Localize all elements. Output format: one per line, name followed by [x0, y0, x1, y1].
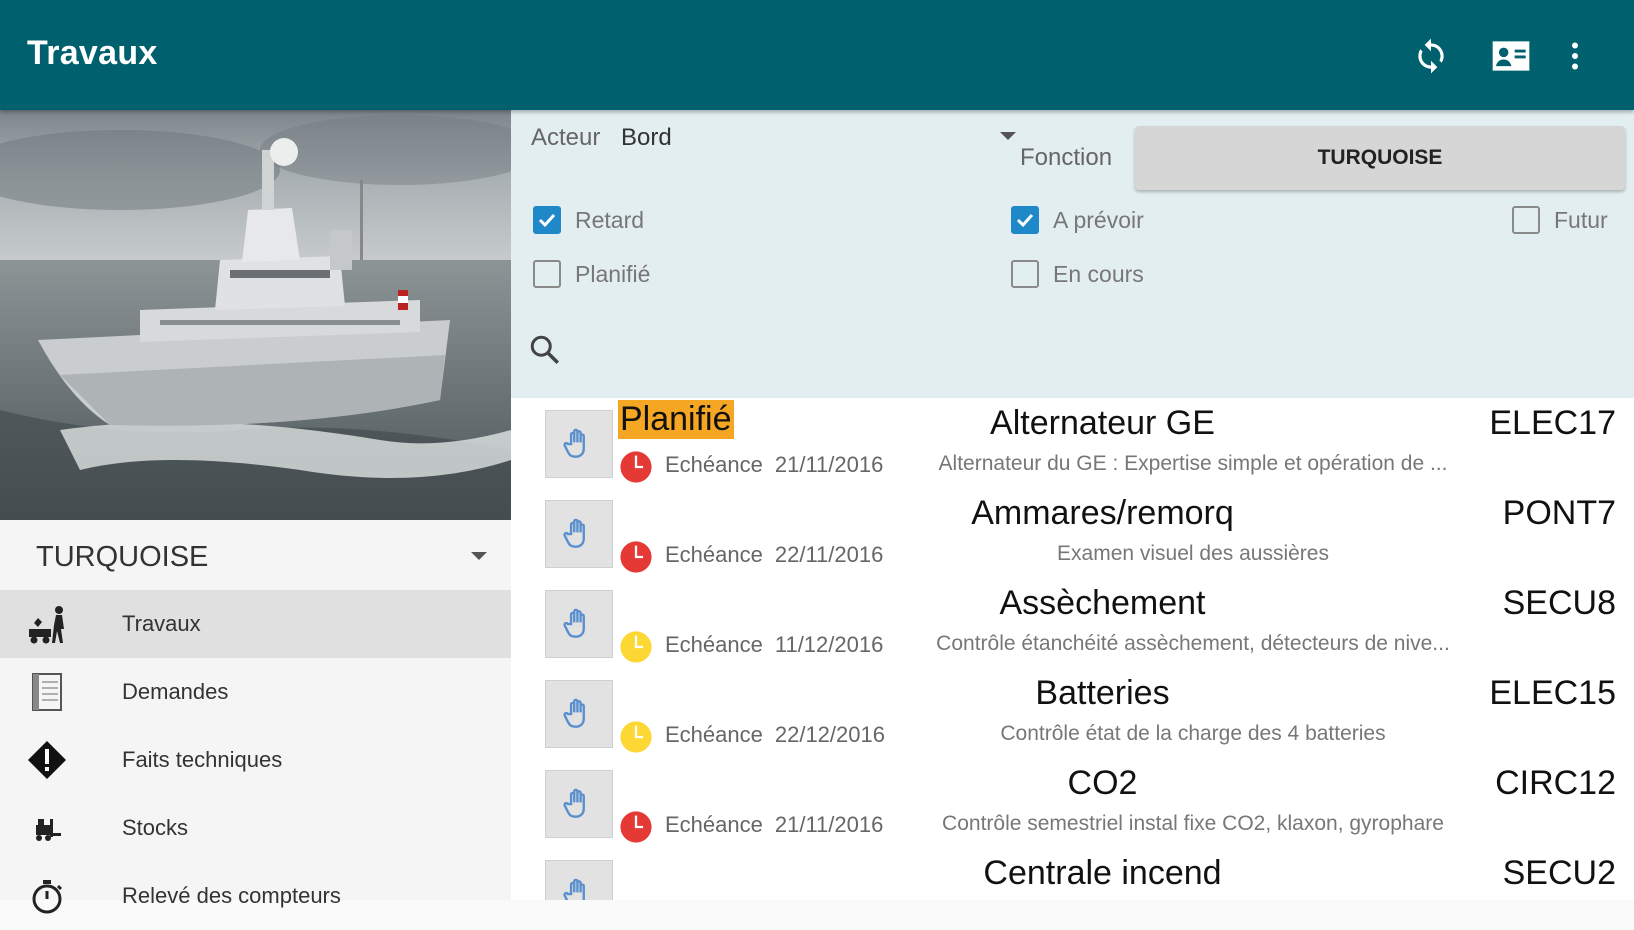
task-name: Alternateur GE: [990, 404, 1215, 442]
fonction-button[interactable]: TURQUOISE: [1135, 126, 1625, 190]
hand-icon: [545, 860, 613, 900]
sync-icon: [1418, 38, 1444, 74]
hand-icon: [545, 680, 613, 748]
nav-item-faits-techniques[interactable]: Faits techniques: [0, 726, 511, 794]
checkbox-label: Futur: [1554, 206, 1608, 233]
task-name: Ammares/remorq: [971, 494, 1234, 532]
nav-item-label: Stocks: [122, 815, 189, 840]
checkbox-label: Retard: [575, 206, 645, 233]
due-label: Echéance: [665, 632, 763, 657]
due-date: 11/12/2016: [774, 632, 884, 657]
due-label: Echéance: [665, 722, 763, 747]
due-label: Echéance: [665, 812, 763, 837]
nav-item-travaux[interactable]: Travaux: [0, 590, 511, 658]
acteur-label: Acteur: [531, 124, 601, 151]
hand-icon: [545, 410, 613, 478]
due-date: 21/11/2016: [774, 452, 884, 477]
clock-icon: [620, 541, 652, 573]
task-row[interactable]: Assèchement SECU8 Echéance 11/12/2016 Con…: [515, 578, 1634, 671]
task-description: Contrôle semestriel instal fixe CO2, kla…: [942, 812, 1444, 835]
hand-icon: [545, 590, 613, 658]
warning-diamond-icon: [26, 739, 68, 781]
clock-icon: [620, 811, 652, 843]
checkbox-en-cours[interactable]: En cours: [1011, 256, 1144, 292]
checkbox-checked-icon: [1011, 206, 1039, 234]
task-row[interactable]: Planifié Alternateur GE ELEC17 Echéance 2…: [515, 398, 1634, 491]
due-label: Echéance: [665, 542, 763, 567]
task-code: PONT7: [1502, 494, 1616, 532]
checkbox-label: Planifié: [575, 260, 651, 287]
more-vert-icon: [1572, 42, 1578, 70]
task-row[interactable]: Centrale incend SECU2: [515, 848, 1634, 900]
task-row[interactable]: Batteries ELEC15 Echéance 22/12/2016 Cont…: [515, 668, 1634, 761]
ship-name: TURQUOISE: [36, 541, 209, 573]
navigation-drawer: TURQUOISE Travaux Demandes Faits techniq…: [0, 110, 511, 914]
checkbox-a-prevoir[interactable]: A prévoir: [1011, 202, 1144, 238]
acteur-dropdown[interactable]: Bord: [621, 118, 1021, 158]
search-field[interactable]: [521, 320, 1621, 380]
task-row[interactable]: CO2 CIRC12 Echéance 21/11/2016 Contrôle s…: [515, 758, 1634, 851]
app-bar: Travaux: [0, 0, 1634, 110]
due-label: Echéance: [665, 452, 763, 477]
checkbox-unchecked-icon: [533, 260, 561, 288]
worker-icon: [26, 603, 68, 645]
fonction-label: Fonction: [1020, 144, 1113, 171]
nav-item-stocks[interactable]: Stocks: [0, 794, 511, 862]
task-description: Alternateur du GE : Expertise simple et …: [938, 452, 1448, 475]
checkbox-unchecked-icon: [1011, 260, 1039, 288]
checkbox-label: A prévoir: [1053, 206, 1144, 233]
task-description: Contrôle état de la charge des 4 batteri…: [1000, 722, 1386, 745]
checkbox-futur[interactable]: Futur: [1512, 202, 1608, 238]
notebook-icon: [26, 671, 68, 713]
status-badge: Planifié: [618, 400, 734, 439]
nav-item-releve-compteurs[interactable]: Relevé des compteurs: [0, 862, 511, 930]
task-code: SECU2: [1502, 854, 1616, 892]
stopwatch-icon: [26, 875, 68, 917]
forklift-icon: [26, 807, 68, 849]
acteur-value: Bord: [621, 124, 672, 151]
task-description: Examen visuel des aussières: [1057, 542, 1329, 565]
contact-card-icon: [1492, 41, 1530, 71]
checkbox-planifie[interactable]: Planifié: [533, 256, 650, 292]
nav-item-label: Faits techniques: [122, 747, 283, 772]
search-icon: [530, 335, 560, 365]
nav-item-label: Demandes: [122, 679, 229, 704]
hand-icon: [545, 770, 613, 838]
task-code: ELEC17: [1489, 404, 1616, 442]
nav-item-label: Travaux: [122, 611, 201, 636]
chevron-down-icon: [1000, 132, 1016, 140]
ship-selector[interactable]: TURQUOISE: [0, 520, 511, 590]
task-list: Planifié Alternateur GE ELEC17 Echéance 2…: [511, 398, 1634, 900]
hand-icon: [545, 500, 613, 568]
task-row[interactable]: Ammares/remorq PONT7 Echéance 22/11/2016 …: [515, 488, 1634, 581]
checkbox-unchecked-icon: [1512, 206, 1540, 234]
checkbox-checked-icon: [533, 206, 561, 234]
nav-item-label: Relevé des compteurs: [122, 883, 341, 908]
checkbox-retard[interactable]: Retard: [533, 202, 644, 238]
filter-panel: Acteur Bord Fonction TURQUOISE Retard A …: [511, 110, 1634, 398]
task-name: Assèchement: [999, 584, 1206, 622]
clock-icon: [620, 721, 652, 753]
ship-photo: [0, 110, 511, 520]
task-code: CIRC12: [1495, 764, 1616, 802]
task-code: SECU8: [1502, 584, 1616, 622]
contact-card-button[interactable]: [1485, 30, 1537, 82]
task-name: Centrale incend: [983, 854, 1222, 892]
checkbox-label: En cours: [1053, 260, 1144, 287]
chevron-down-icon: [471, 552, 487, 560]
sync-button[interactable]: [1405, 30, 1457, 82]
app-title: Travaux: [27, 34, 158, 72]
due-date: 22/11/2016: [774, 542, 884, 567]
clock-icon: [620, 631, 652, 663]
more-options-button[interactable]: [1553, 30, 1597, 82]
due-date: 21/11/2016: [774, 812, 884, 837]
task-code: ELEC15: [1489, 674, 1616, 712]
task-name: Batteries: [1035, 674, 1170, 712]
task-name: CO2: [1067, 764, 1138, 802]
due-date: 22/12/2016: [774, 722, 885, 747]
task-description: Contrôle étanchéité assèchement, détecte…: [936, 632, 1450, 655]
nav-item-demandes[interactable]: Demandes: [0, 658, 511, 726]
clock-icon: [620, 451, 652, 483]
